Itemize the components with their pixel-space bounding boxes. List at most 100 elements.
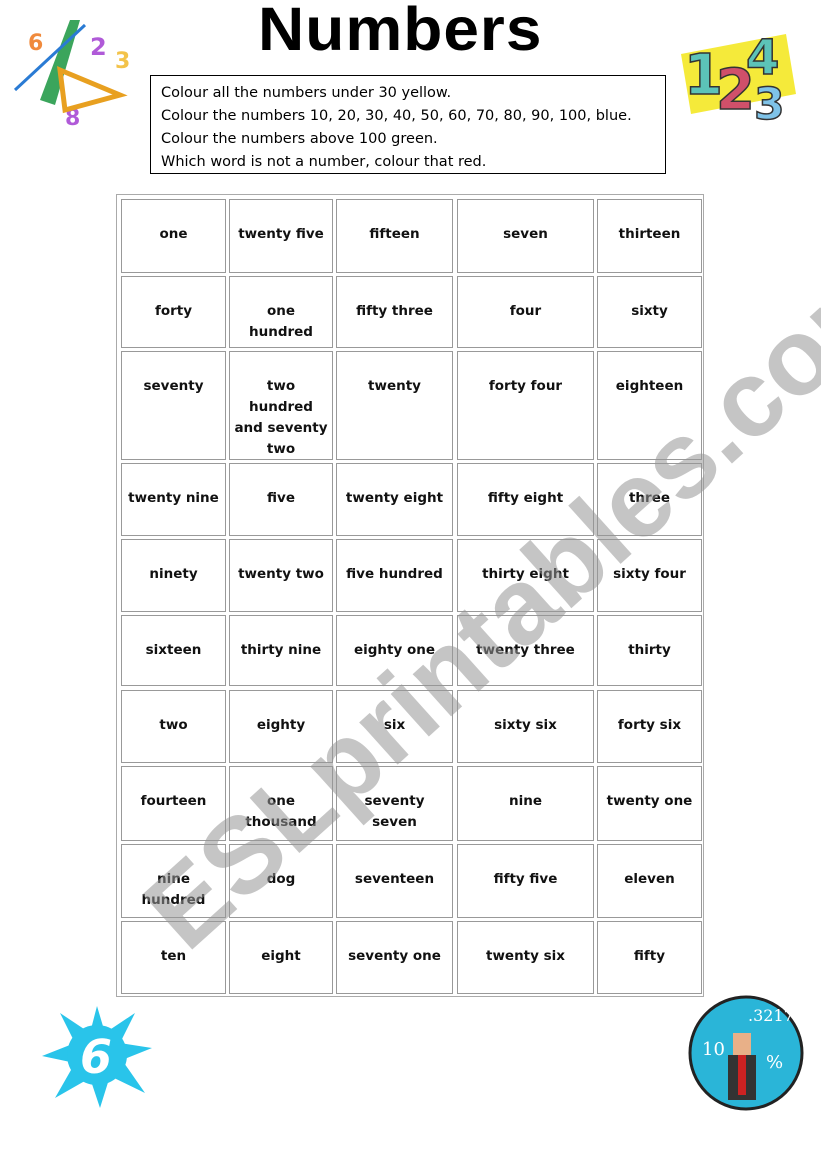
- grid-cell: sixty: [597, 276, 702, 348]
- cell-text: eighty: [256, 717, 306, 733]
- cell-text: twenty three: [476, 642, 575, 658]
- grid-cell: nine: [457, 766, 594, 841]
- cell-text: fifty three: [356, 303, 433, 319]
- svg-text:10: 10: [702, 1039, 725, 1060]
- grid-cell: seventy: [121, 351, 226, 460]
- grid-cell: thirty: [597, 615, 702, 686]
- cell-text: eight: [261, 948, 301, 964]
- grid-cell: fifty three: [336, 276, 453, 348]
- cell-text: twenty: [368, 378, 421, 394]
- grid-cell: dog: [229, 844, 333, 918]
- page-title: Numbers: [258, 0, 543, 64]
- grid-cell: forty: [121, 276, 226, 348]
- cell-text: twenty six: [485, 948, 566, 964]
- grid-cell: seventy seven: [336, 766, 453, 841]
- grid-cell: five: [229, 463, 333, 536]
- grid-cell: one hundred: [229, 276, 333, 348]
- grid-cell: thirty eight: [457, 539, 594, 612]
- cell-text: sixty: [631, 303, 668, 319]
- cell-text: forty: [154, 303, 193, 319]
- instruction-line: Colour the numbers above 100 green.: [161, 131, 438, 147]
- cell-text: sixty four: [613, 566, 686, 582]
- cell-text: thirty nine: [240, 642, 322, 658]
- svg-text:%: %: [766, 1052, 783, 1073]
- cell-text: sixteen: [145, 642, 202, 658]
- svg-text:6: 6: [28, 31, 43, 56]
- grid-cell: sixteen: [121, 615, 226, 686]
- cell-text: thirteen: [618, 226, 681, 242]
- grid-cell: eighty: [229, 690, 333, 763]
- grid-cell: four: [457, 276, 594, 348]
- cell-text: nine: [508, 793, 542, 809]
- cell-text: one: [159, 226, 188, 242]
- svg-text:2: 2: [90, 33, 107, 61]
- cell-text: eighty one: [353, 642, 436, 658]
- cell-text: twenty two: [238, 566, 324, 582]
- grid-cell: two: [121, 690, 226, 763]
- grid-cell: twenty eight: [336, 463, 453, 536]
- cell-text: five: [267, 490, 295, 506]
- grid-cell: twenty two: [229, 539, 333, 612]
- cell-text: fourteen: [140, 793, 207, 809]
- grid-cell: seventeen: [336, 844, 453, 918]
- grid-cell: two hundred and seventy two: [229, 351, 333, 460]
- instructions-box: Colour all the numbers under 30 yellow. …: [150, 75, 666, 174]
- cell-text: twenty one: [606, 793, 693, 809]
- grid-cell: ninety: [121, 539, 226, 612]
- number-words-grid: one twenty five fifteen seven thirteen forty o…: [116, 194, 704, 997]
- cell-text: seventy: [143, 378, 204, 394]
- grid-cell: eleven: [597, 844, 702, 918]
- grid-cell: eight: [229, 921, 333, 994]
- grid-cell: seven: [457, 199, 594, 273]
- cell-text: five hundred: [346, 566, 443, 582]
- grid-cell: fifty: [597, 921, 702, 994]
- grid-cell: sixty four: [597, 539, 702, 612]
- cell-text: one hundred: [249, 303, 313, 340]
- cell-text: thirty: [628, 642, 671, 658]
- cell-text: sixty six: [494, 717, 557, 733]
- grid-cell: ten: [121, 921, 226, 994]
- grid-cell: fifteen: [336, 199, 453, 273]
- splash-six-clipart: 6: [40, 998, 155, 1113]
- cell-text: six: [383, 717, 406, 733]
- grid-cell: fifty eight: [457, 463, 594, 536]
- cell-text: seven: [503, 226, 548, 242]
- cell-text: seventeen: [354, 871, 435, 887]
- grid-cell: fourteen: [121, 766, 226, 841]
- grid-cell: thirty nine: [229, 615, 333, 686]
- cell-text: dog: [266, 871, 296, 887]
- grid-cell: twenty three: [457, 615, 594, 686]
- cell-text: forty four: [488, 378, 563, 394]
- cell-text: forty six: [617, 717, 682, 733]
- grid-cell: five hundred: [336, 539, 453, 612]
- cell-text: twenty eight: [345, 490, 444, 506]
- cell-text: fifteen: [369, 226, 420, 242]
- grid-cell: one: [121, 199, 226, 273]
- cell-text: ninety: [149, 566, 198, 582]
- cell-text: two: [159, 717, 188, 733]
- cell-text: thirty eight: [482, 566, 569, 582]
- instruction-line: Which word is not a number, colour that …: [161, 154, 487, 170]
- cell-text: two hundred and seventy two: [234, 378, 328, 457]
- grid-cell: twenty six: [457, 921, 594, 994]
- instruction-line: Colour the numbers 10, 20, 30, 40, 50, 6…: [161, 108, 632, 124]
- cell-text: eleven: [624, 871, 675, 887]
- cell-text: three: [628, 490, 671, 506]
- cell-text: twenty nine: [128, 490, 219, 506]
- grid-cell: thirteen: [597, 199, 702, 273]
- grid-cell: twenty nine: [121, 463, 226, 536]
- cell-text: twenty five: [238, 226, 324, 242]
- svg-text:3: 3: [115, 49, 130, 74]
- grid-cell: twenty one: [597, 766, 702, 841]
- grid-cell: eighty one: [336, 615, 453, 686]
- grid-cell: nine hundred: [121, 844, 226, 918]
- grid-cell: eighteen: [597, 351, 702, 460]
- svg-text:4: 4: [746, 30, 779, 86]
- 3d-numbers-clipart: 1 2 4 3: [676, 14, 801, 131]
- cell-text: one thousand: [245, 793, 317, 830]
- grid-cell: seventy one: [336, 921, 453, 994]
- cell-text: ten: [160, 948, 187, 964]
- grid-cell: sixty six: [457, 690, 594, 763]
- grid-cell: forty four: [457, 351, 594, 460]
- cell-text: nine hundred: [141, 871, 206, 908]
